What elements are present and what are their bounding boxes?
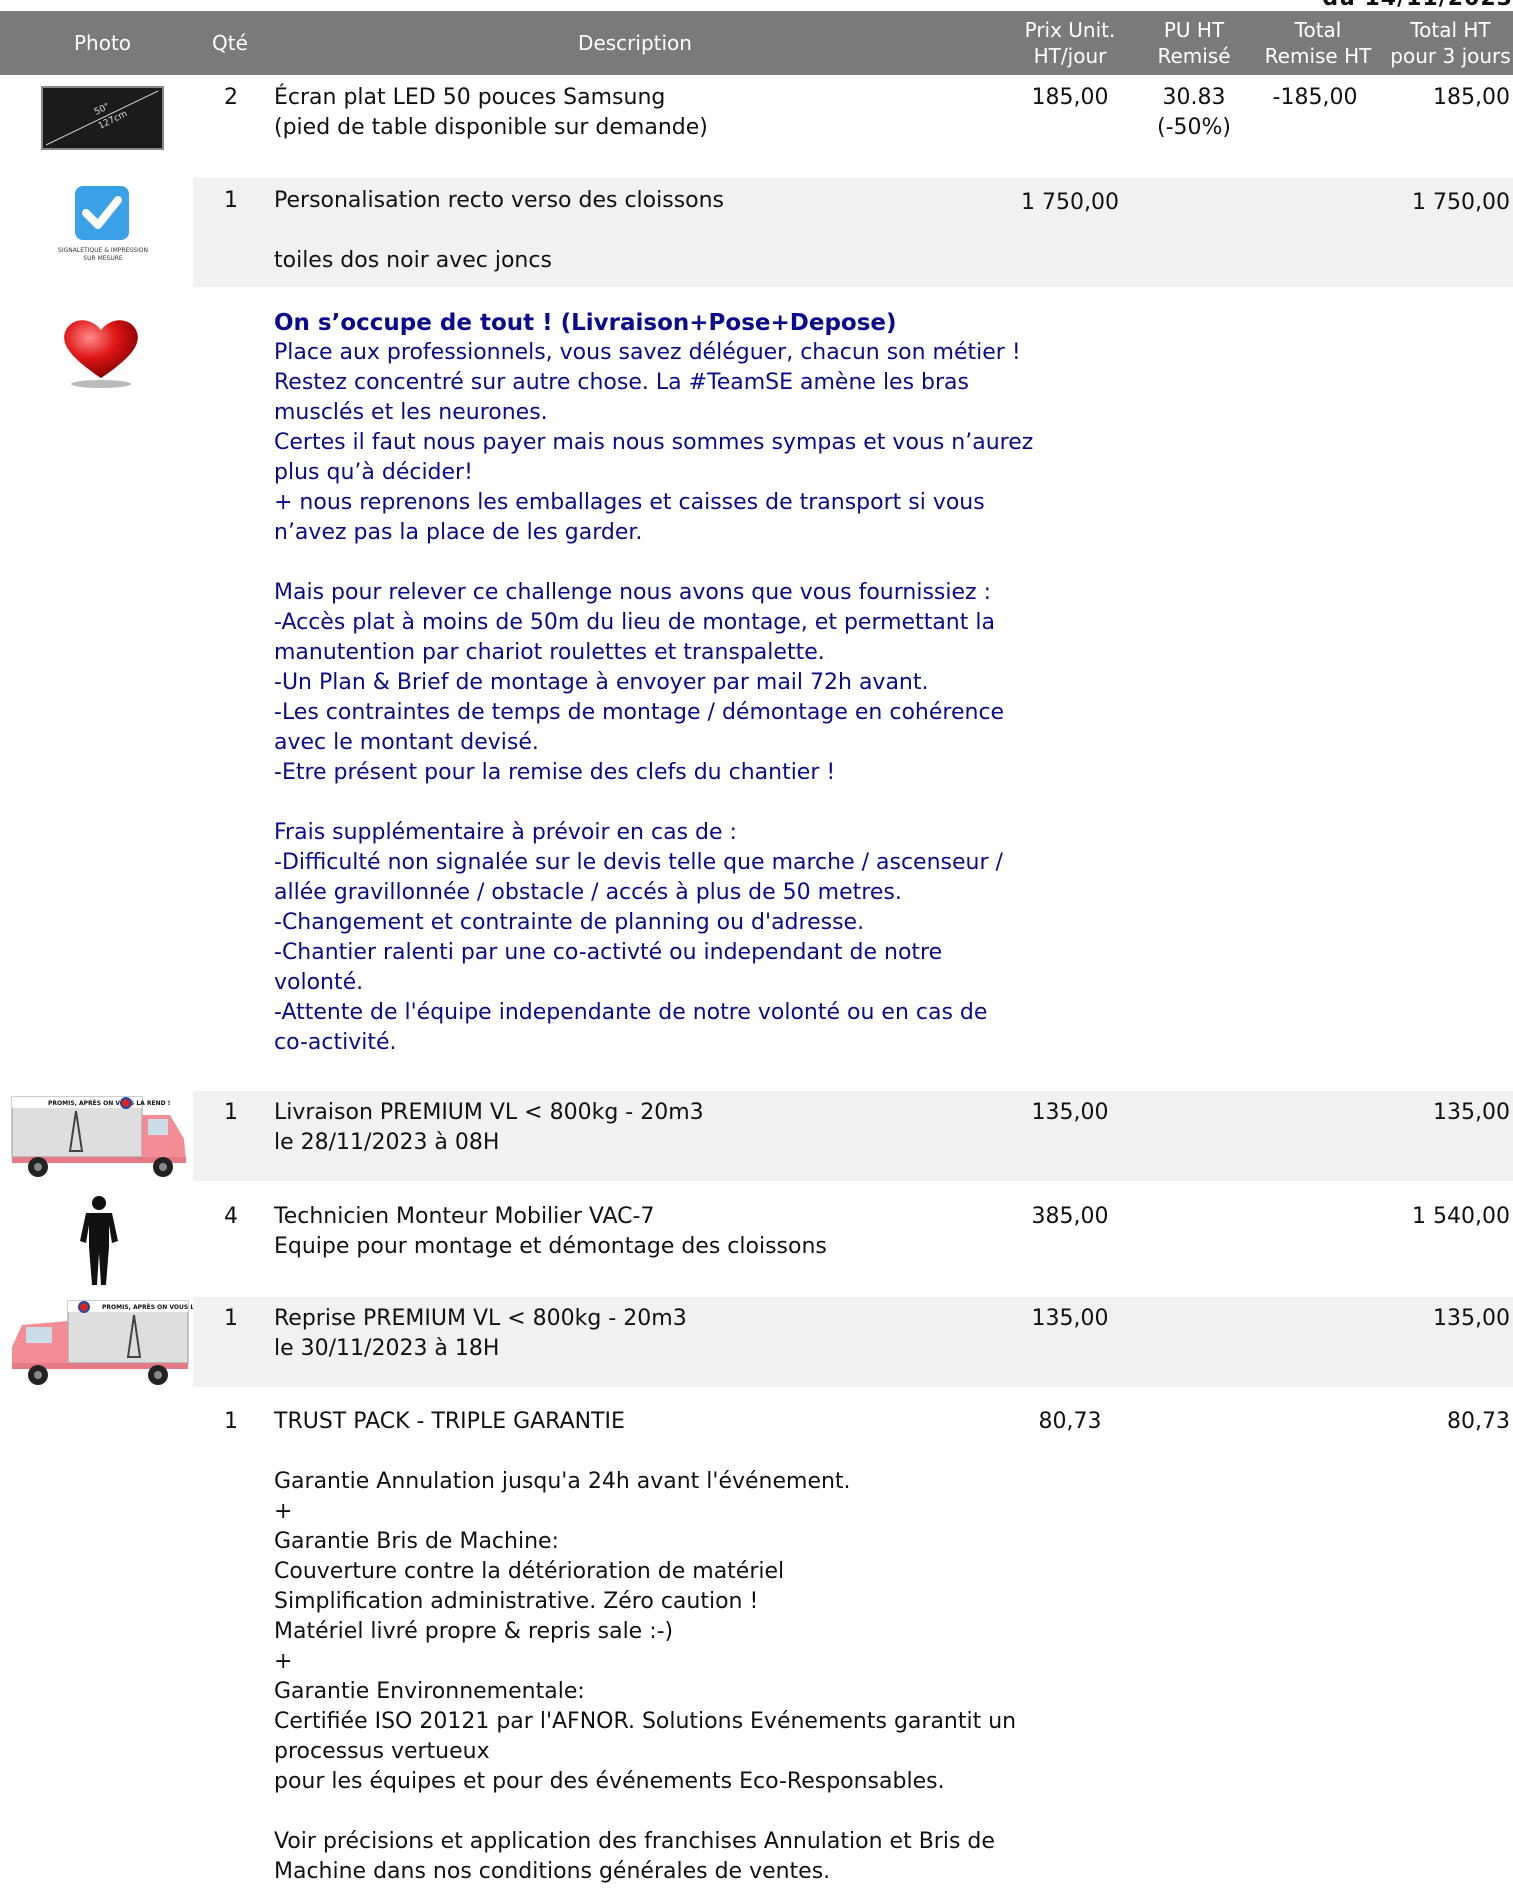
heart-icon (64, 320, 138, 388)
row-unit-price: 135,00 (1031, 1306, 1109, 1331)
table-row: 50" 127cm 2 Écran plat LED 50 pouces Sam… (0, 75, 1513, 175)
row-unit-price: 1 750,00 (1021, 190, 1119, 215)
row-qty: 4 (224, 1204, 238, 1229)
row-unit-price: 185,00 (1031, 85, 1109, 110)
row-qty: 1 (224, 1409, 238, 1434)
header-photo: Photo (73, 31, 132, 55)
row-unit-price: 80,73 (1038, 1409, 1102, 1434)
header-discounted-price: PU HT Remisé (1157, 18, 1231, 68)
header-qty: Qté (212, 31, 248, 55)
row-description: Technicien Monteur Mobilier VAC-7 Equipe… (274, 1204, 827, 1259)
table-row: On s’occupe de tout ! (Livraison+Pose+De… (0, 302, 1513, 1077)
row-unit-price: 385,00 (1031, 1204, 1109, 1229)
header-unit-price: Prix Unit. HT/jour (1024, 18, 1116, 68)
row-unit-price: 135,00 (1031, 1100, 1109, 1125)
row-description: Écran plat LED 50 pouces Samsung (pied d… (274, 85, 708, 140)
technician-silhouette (80, 1196, 118, 1285)
header-total-discount: Total Remise HT (1264, 18, 1372, 68)
quote-document: du 14/11/2023 Photo Qté Description Prix… (0, 0, 1513, 1892)
delivery-truck-photo: PROMIS, APRÈS ON VOUS LA REND ! (11, 1096, 186, 1177)
table-header: Photo Qté Description Prix Unit. HT/jour … (0, 11, 1513, 75)
row-total: 135,00 (1433, 1100, 1510, 1125)
row-total: 185,00 (1433, 85, 1510, 110)
row-discounted-price: 30.83 (-50%) (1156, 85, 1231, 140)
row-qty: 1 (224, 1100, 238, 1125)
svg-text:SIGNALETIQUE & IMPRESSION: SIGNALETIQUE & IMPRESSION (58, 247, 148, 254)
row-description: Livraison PREMIUM VL < 800kg - 20m3 le 2… (274, 1100, 704, 1155)
header-total-ht: Total HT pour 3 jours (1390, 18, 1511, 68)
svg-text:PROMIS, APRÈS ON VOUS LA REND: PROMIS, APRÈS ON VOUS LA REND ! (48, 1099, 170, 1107)
table-row: SIGNALETIQUE & IMPRESSION SUR MESURE 1 P… (0, 178, 1513, 287)
row-total: 135,00 (1433, 1306, 1510, 1331)
row-total: 80,73 (1447, 1409, 1510, 1434)
row-description: Reprise PREMIUM VL < 800kg - 20m3 le 30/… (274, 1306, 687, 1361)
checkbox-icon: SIGNALETIQUE & IMPRESSION SUR MESURE (58, 186, 148, 262)
row-total: 1 540,00 (1412, 1204, 1510, 1229)
header-description: Description (578, 31, 692, 55)
pickup-truck-photo: PROMIS, APRÈS ON VOUS LA REND ! (12, 1300, 193, 1385)
row-total: 1 750,00 (1412, 190, 1510, 215)
tv-screen-photo: 50" 127cm (41, 86, 164, 150)
table-row: PROMIS, APRÈS ON VOUS LA REND ! 1 Livrai… (0, 1091, 1513, 1181)
row-description: TRUST PACK - TRIPLE GARANTIE Garantie An… (274, 1409, 1017, 1884)
table-row: 4 Technicien Monteur Mobilier VAC-7 Equi… (0, 1195, 1513, 1285)
svg-text:PROMIS, APRÈS ON VOUS LA REND: PROMIS, APRÈS ON VOUS LA REND ! (102, 1303, 193, 1311)
row-description: On s’occupe de tout ! (Livraison+Pose+De… (274, 310, 1034, 1055)
svg-text:SUR MESURE: SUR MESURE (83, 255, 123, 262)
row-qty: 2 (224, 85, 238, 110)
row-total-discount: -185,00 (1272, 85, 1358, 110)
document-date-fragment: du 14/11/2023 (1322, 0, 1513, 11)
row-description: Personalisation recto verso des cloisson… (274, 188, 725, 273)
row-qty: 1 (224, 188, 238, 213)
table-row: PROMIS, APRÈS ON VOUS LA REND ! 1 Repris… (0, 1297, 1513, 1387)
row-qty: 1 (224, 1306, 238, 1331)
table-row: 1 TRUST PACK - TRIPLE GARANTIE Garantie … (0, 1402, 1513, 1892)
